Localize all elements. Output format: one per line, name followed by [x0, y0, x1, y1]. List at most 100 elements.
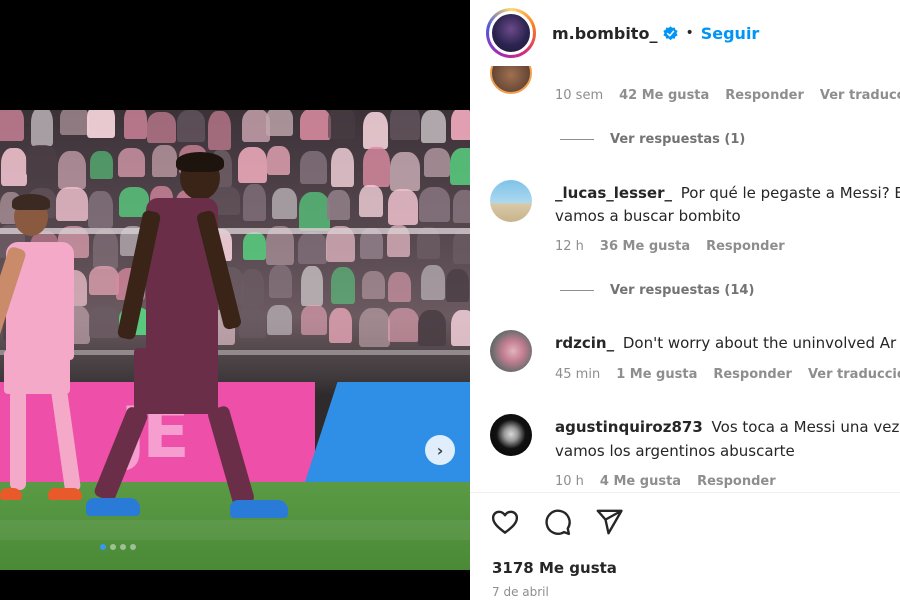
crowd-fan	[26, 145, 58, 177]
crowd-fan	[331, 147, 355, 187]
action-bar	[470, 492, 900, 552]
crowd-fan	[123, 110, 147, 139]
crowd-fan	[359, 308, 390, 348]
player-maroon	[80, 150, 300, 530]
crowd-fan	[453, 229, 470, 264]
replies-line	[560, 290, 594, 291]
comment-likes[interactable]: 1 Me gusta	[616, 367, 697, 382]
crowd-fan	[362, 111, 388, 149]
crowd-fan	[327, 189, 350, 221]
crowd-fan	[328, 308, 352, 344]
crowd-fan	[207, 111, 231, 151]
reply-button[interactable]: Responder	[713, 367, 792, 382]
crowd-fan	[177, 110, 205, 143]
crowd-fan	[390, 110, 420, 140]
crowd-fan	[30, 110, 54, 146]
comment-body: Por qué le pegaste a Messi? E	[680, 184, 900, 202]
crowd-fan	[418, 186, 451, 222]
comments-list[interactable]: 10 sem 42 Me gusta Responder Ver traducc…	[470, 66, 900, 492]
crowd-fan	[331, 267, 356, 304]
crowd-fan	[390, 151, 421, 191]
comment-likes[interactable]: 4 Me gusta	[600, 474, 681, 489]
crowd-fan	[301, 305, 327, 335]
crowd-fan	[452, 189, 470, 223]
crowd-fan	[59, 110, 89, 135]
comment-text-line2: vamos a buscar bombito	[555, 207, 741, 225]
crowd-fan	[450, 310, 470, 346]
ad-board-blue	[305, 382, 470, 482]
crowd-fan	[417, 310, 446, 347]
post-panel: m.bombito_ • Seguir 10 sem 42 Me gusta R…	[470, 0, 900, 600]
crowd-fan	[300, 265, 323, 306]
view-replies-button[interactable]: Ver respuestas (14)	[560, 283, 754, 298]
player-pink	[0, 190, 90, 530]
comment-text-line2: vamos los argentinos abuscarte	[555, 442, 795, 460]
like-button[interactable]	[488, 505, 522, 539]
heart-icon	[491, 510, 519, 534]
crowd-fan	[421, 110, 446, 143]
view-replies-label: Ver respuestas (14)	[610, 283, 755, 298]
carousel-dot[interactable]	[100, 544, 106, 550]
crowd-fan	[0, 147, 28, 187]
crowd-fan	[420, 264, 446, 300]
crowd-fan	[361, 270, 386, 300]
crowd-fan	[423, 148, 451, 178]
share-icon	[596, 509, 623, 535]
comment-username[interactable]: _lucas_lesser_	[555, 184, 672, 202]
post-photo[interactable]: JE ›	[0, 110, 470, 570]
reply-button[interactable]: Responder	[725, 88, 804, 103]
comment-time: 12 h	[555, 239, 584, 254]
crowd-fan	[387, 307, 420, 343]
comment-username[interactable]: rdzcin_	[555, 334, 614, 352]
follow-button[interactable]: Seguir	[701, 24, 760, 43]
share-button[interactable]	[592, 505, 626, 539]
comment-body: Vos toca a Messi una vez	[711, 418, 900, 436]
comment-username[interactable]: agustinquiroz873	[555, 418, 703, 436]
comment-time: 45 min	[555, 367, 601, 382]
carousel-next-button[interactable]: ›	[425, 435, 455, 465]
replies-line	[560, 139, 594, 140]
comment-avatar[interactable]	[490, 66, 532, 94]
comment-meta: 10 sem 42 Me gusta Responder Ver traducc…	[555, 88, 900, 103]
comment-time: 10 h	[555, 474, 584, 489]
header-separator: •	[685, 25, 694, 41]
crowd-fan	[87, 110, 115, 139]
comment-avatar[interactable]	[490, 180, 532, 222]
reply-button[interactable]: Responder	[706, 239, 785, 254]
crowd-fan	[266, 110, 293, 137]
crowd-fan	[446, 268, 470, 303]
comment-time: 10 sem	[555, 88, 604, 103]
crowd-fan	[358, 185, 384, 218]
comment-avatar[interactable]	[490, 414, 532, 456]
crowd-fan	[300, 151, 327, 184]
crowd-fan	[299, 110, 332, 140]
crowd-fan	[0, 110, 24, 141]
comment-button[interactable]	[540, 505, 574, 539]
carousel-dot[interactable]	[120, 544, 126, 550]
comment-likes[interactable]: 42 Me gusta	[619, 88, 709, 103]
likes-count[interactable]: 3178 Me gusta	[492, 559, 617, 577]
crowd-fan	[299, 191, 330, 231]
view-replies-label: Ver respuestas (1)	[610, 132, 746, 147]
comment-likes[interactable]: 36 Me gusta	[600, 239, 690, 254]
comment-text: rdzcin_ Don't worry about the uninvolved…	[555, 332, 896, 354]
translate-button[interactable]: Ver traducción	[808, 367, 900, 382]
translate-button[interactable]: Ver traducción	[820, 88, 900, 103]
view-replies-button[interactable]: Ver respuestas (1)	[560, 132, 745, 147]
comment-meta: 10 h 4 Me gusta Responder	[555, 474, 792, 489]
crowd-fan	[298, 231, 327, 265]
comment-text: _lucas_lesser_ Por qué le pegaste a Mess…	[555, 182, 900, 204]
comment-text: agustinquiroz873 Vos toca a Messi una ve…	[555, 416, 899, 438]
post-header: m.bombito_ • Seguir	[470, 0, 900, 66]
comment-meta: 12 h 36 Me gusta Responder	[555, 239, 801, 254]
post-date: 7 de abril	[492, 585, 549, 599]
carousel-dot[interactable]	[130, 544, 136, 550]
comment-avatar[interactable]	[490, 330, 532, 372]
author-avatar-ring[interactable]	[486, 8, 536, 58]
author-username[interactable]: m.bombito_	[552, 24, 657, 43]
reply-button[interactable]: Responder	[697, 474, 776, 489]
crowd-fan	[363, 147, 390, 187]
crowd-fan	[388, 271, 411, 303]
carousel-dot[interactable]	[110, 544, 116, 550]
crowd-fan	[328, 110, 355, 140]
